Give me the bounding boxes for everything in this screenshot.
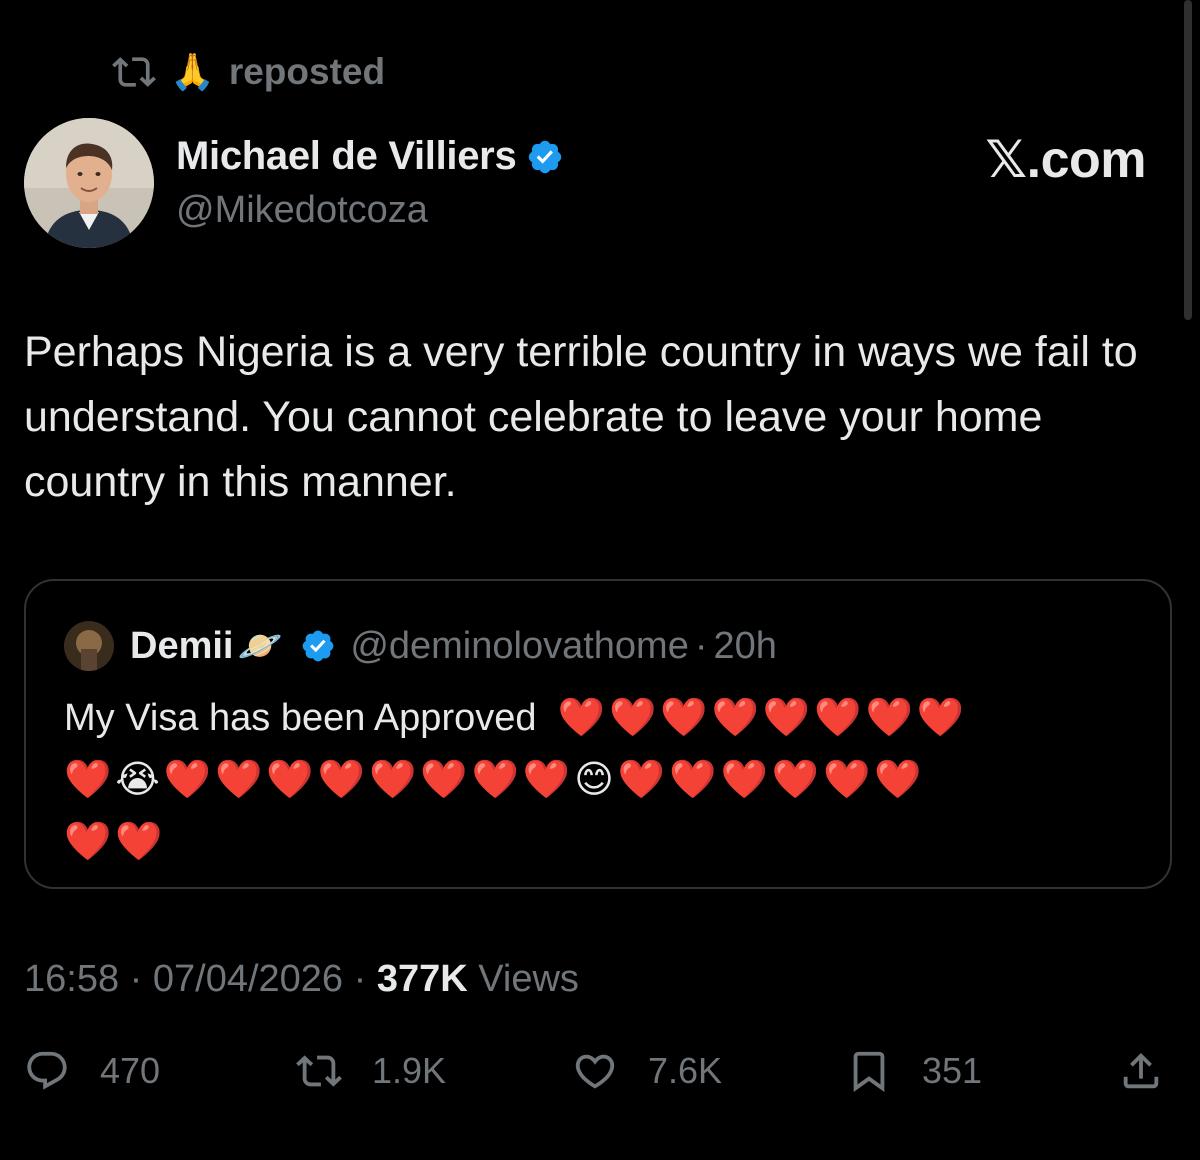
share-button[interactable] [1118, 1048, 1194, 1094]
quoted-timestamp[interactable]: 20h [714, 625, 777, 668]
emoji-line-3: ❤️❤️ [64, 821, 167, 863]
tweet-time[interactable]: 16:58 [24, 958, 119, 1000]
avatar[interactable] [24, 118, 154, 248]
repost-icon [112, 57, 156, 87]
quoted-avatar[interactable] [64, 621, 114, 671]
bookmark-icon [853, 1051, 885, 1092]
author-display-name[interactable]: Michael de Villiers [176, 134, 517, 179]
x-logo-label: 𝕏.com [985, 131, 1146, 189]
action-bar: 470 1.9K 7.6K 351 [24, 1048, 1174, 1108]
author-handle[interactable]: @Mikedotcoza [176, 189, 564, 232]
emoji-line-2: ❤️😭❤️❤️❤️❤️❤️❤️❤️❤️😊❤️❤️❤️❤️❤️❤️ [64, 759, 926, 801]
scrollbar[interactable] [1184, 0, 1192, 320]
quoted-text-prefix: My Visa has been Approved [64, 697, 537, 739]
repost-indicator: 🙏 reposted [112, 50, 385, 94]
verified-badge-icon [529, 140, 562, 173]
quoted-tweet-card[interactable]: Demii 🪐 @deminolovathome · 20h My Visa h… [24, 579, 1172, 889]
verified-badge-icon [302, 630, 334, 662]
reply-icon [27, 1051, 67, 1090]
repost-count: 1.9K [372, 1050, 447, 1091]
reply-button[interactable]: 470 [24, 1048, 160, 1094]
bookmark-count: 351 [922, 1050, 983, 1091]
share-icon [1123, 1052, 1159, 1089]
tweet-text: Perhaps Nigeria is a very terrible count… [24, 328, 1138, 506]
views-count: 377K [376, 958, 468, 1000]
heart-icon [575, 1054, 615, 1089]
quoted-tweet-header: Demii 🪐 @deminolovathome · 20h [64, 621, 777, 671]
repost-button[interactable]: 1.9K [296, 1048, 446, 1094]
reply-count: 470 [100, 1050, 161, 1091]
planet-emoji: 🪐 [237, 625, 283, 666]
repost-label: reposted [228, 51, 386, 92]
quoted-tweet-text: My Visa has been Approved ❤️❤️❤️❤️❤️❤️❤️… [64, 687, 1154, 873]
separator-dot: · [353, 958, 367, 1000]
tweet-meta: 16:58 · 07/04/2026 · 377K Views [24, 958, 579, 1001]
separator-dot: · [694, 624, 708, 667]
tweet-author[interactable]: Michael de Villiers @Mikedotcoza [24, 118, 564, 248]
quoted-display-name[interactable]: Demii [130, 625, 233, 668]
repost-icon [296, 1055, 342, 1087]
like-count: 7.6K [648, 1050, 723, 1091]
separator-dot: · [129, 958, 143, 1000]
like-button[interactable]: 7.6K [572, 1048, 722, 1094]
repost-user-emoji: 🙏 [170, 51, 215, 92]
tweet-date[interactable]: 07/04/2026 [153, 958, 343, 1000]
views-label: Views [478, 958, 579, 1000]
bookmark-button[interactable]: 351 [846, 1048, 982, 1094]
emoji-line-1: ❤️❤️❤️❤️❤️❤️❤️❤️ [557, 697, 969, 739]
quoted-handle[interactable]: @deminolovathome [350, 625, 689, 668]
